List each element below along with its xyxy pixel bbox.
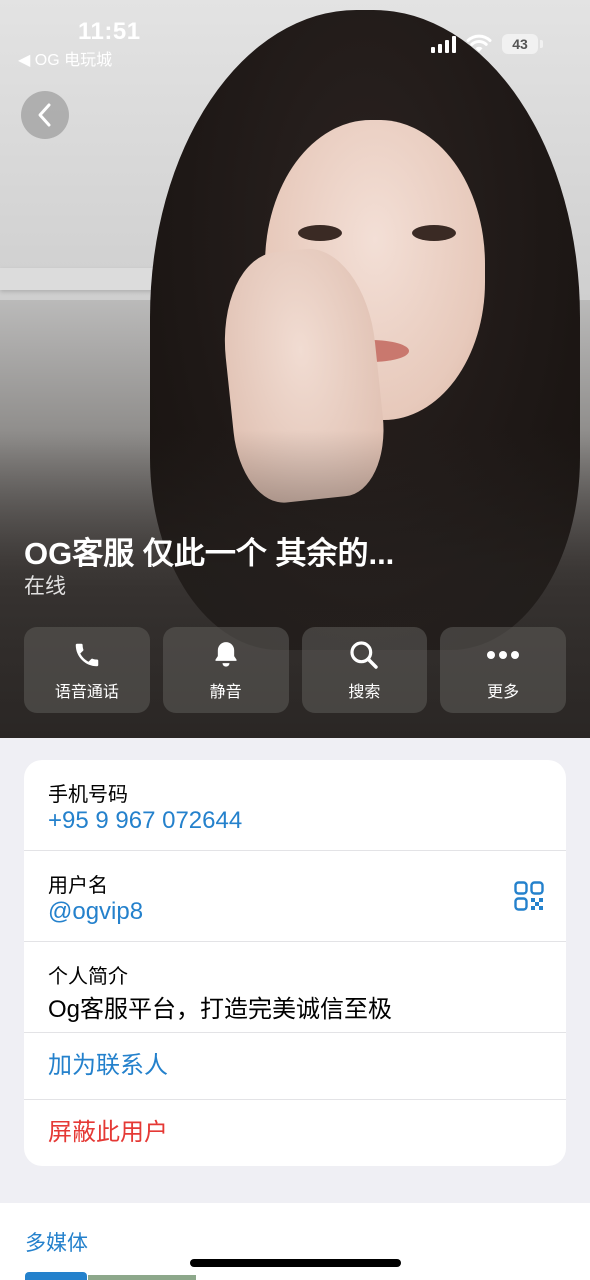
phone-number[interactable]: +95 9 967 072644 xyxy=(48,807,242,835)
media-tab[interactable]: 多媒体 xyxy=(25,1227,88,1257)
mute-label: 静音 xyxy=(209,684,242,701)
status-indicators: 43 xyxy=(431,33,543,55)
voice-call-label: 语音通话 xyxy=(54,684,119,701)
search-icon xyxy=(350,641,379,669)
back-button[interactable] xyxy=(21,91,69,139)
wifi-icon xyxy=(466,34,492,52)
search-button[interactable]: 搜索 xyxy=(301,627,428,713)
bio-text: Og客服平台，打造完美诚信至极 xyxy=(48,996,393,1023)
phone-row[interactable]: 手机号码 +95 9 967 072644 xyxy=(24,760,566,851)
username-title: 用户名 xyxy=(48,875,108,897)
back-to-app-link[interactable]: ◀ OG 电玩城 xyxy=(18,46,112,70)
block-user-button[interactable]: 屏蔽此用户 xyxy=(24,1100,566,1166)
bell-icon xyxy=(215,642,237,667)
phone-title: 手机号码 xyxy=(48,784,128,806)
action-bar: 语音通话 静音 搜索 更多 xyxy=(24,627,566,713)
media-section: 多媒体 xyxy=(0,1203,590,1280)
mute-button[interactable]: 静音 xyxy=(162,627,289,713)
profile-name: OG客服 仅此一个 其余的... xyxy=(24,536,395,571)
battery-icon: 43 xyxy=(502,34,543,54)
username-row[interactable]: 用户名 @ogvip8 xyxy=(24,851,566,942)
voice-call-button[interactable]: 语音通话 xyxy=(24,627,150,713)
qr-code-icon[interactable] xyxy=(514,881,544,911)
cellular-signal-icon xyxy=(431,35,456,53)
more-label: 更多 xyxy=(487,684,520,701)
info-card: 手机号码 +95 9 967 072644 用户名 @ogvip8 个人简介 O… xyxy=(24,760,566,1166)
more-icon xyxy=(487,651,520,659)
more-button[interactable]: 更多 xyxy=(440,627,566,713)
phone-icon xyxy=(75,643,99,667)
online-status: 在线 xyxy=(24,575,66,598)
bio-title: 个人简介 xyxy=(48,966,128,988)
bio-row: 个人简介 Og客服平台，打造完美诚信至极 xyxy=(24,942,566,1033)
photo-eye-right xyxy=(412,225,456,241)
home-indicator[interactable] xyxy=(190,1259,401,1267)
add-contact-button[interactable]: 加为联系人 xyxy=(24,1033,566,1100)
username-value[interactable]: @ogvip8 xyxy=(48,898,143,926)
media-thumbnail[interactable] xyxy=(88,1275,196,1280)
chevron-left-icon xyxy=(38,103,51,127)
media-tab-indicator xyxy=(25,1272,87,1280)
search-label: 搜索 xyxy=(348,684,381,701)
photo-eye-left xyxy=(298,225,342,241)
status-time: 11:51 xyxy=(78,18,141,45)
